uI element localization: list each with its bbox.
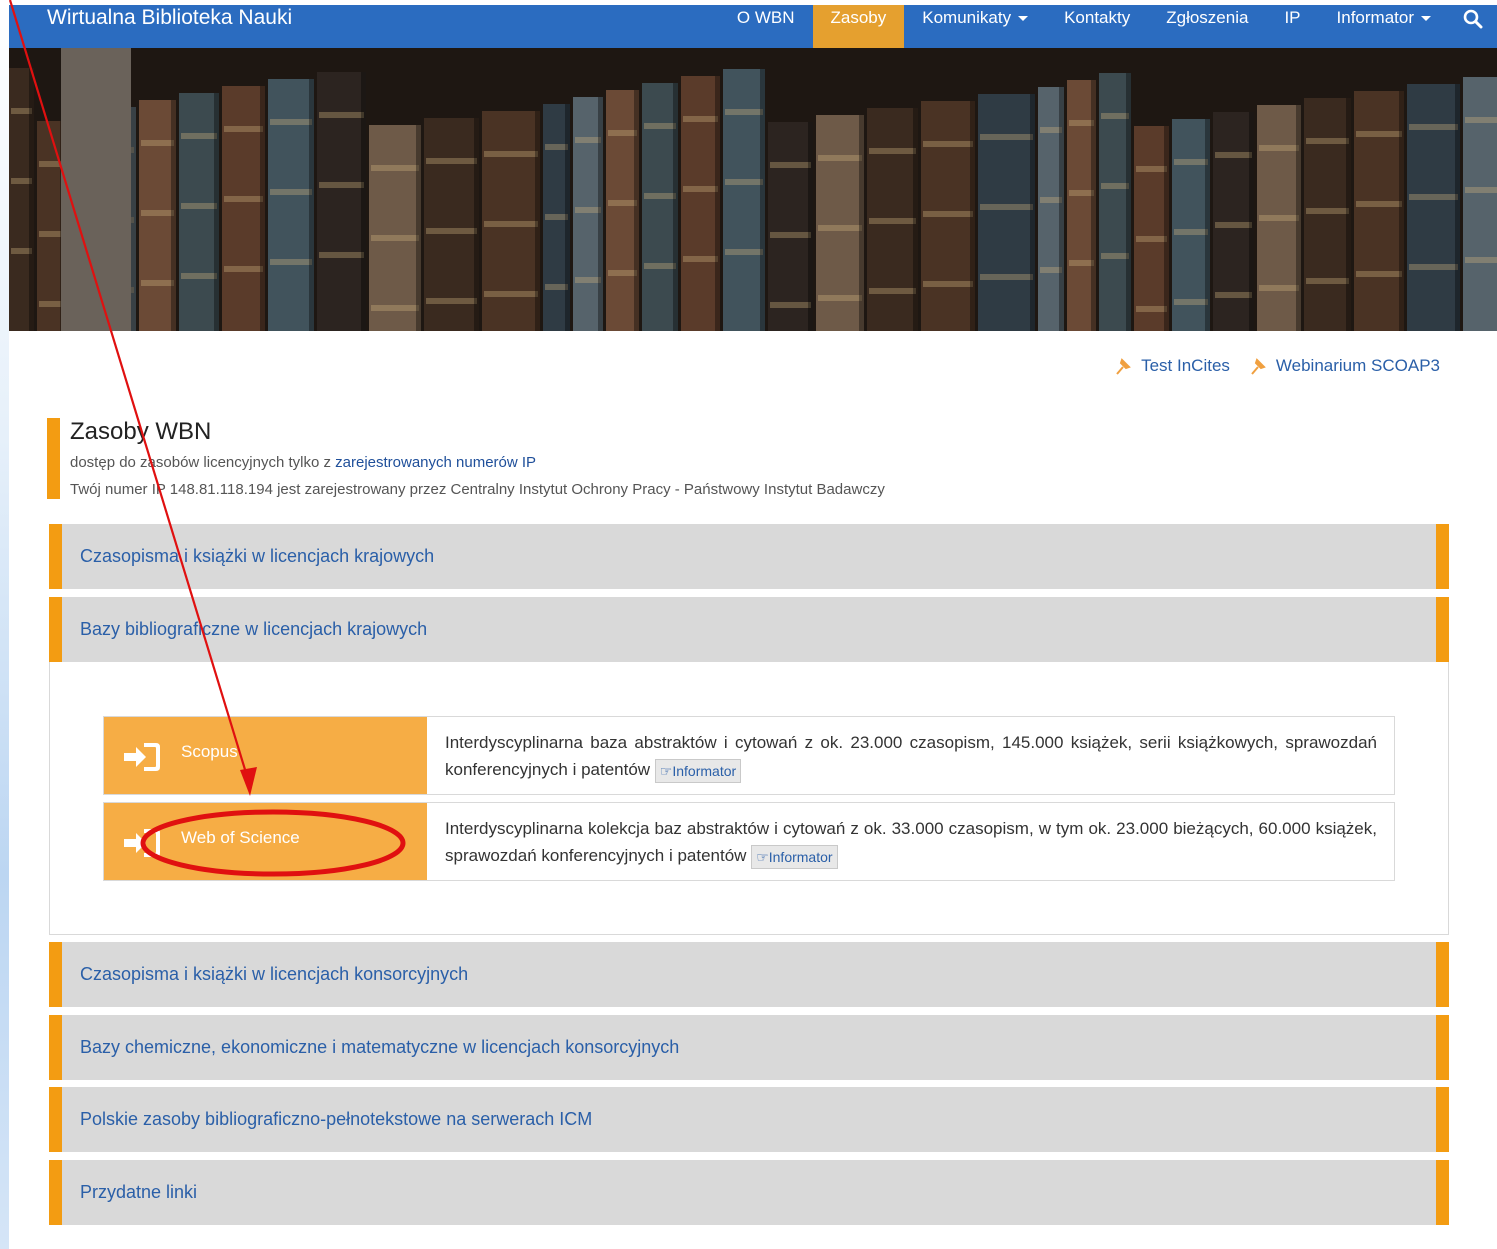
section-subtitle: dostęp do zasobów licencyjnych tylko z z… [70, 454, 536, 471]
page-title: Zasoby WBN [70, 418, 212, 445]
resource-row-scopus: Scopus Interdyscyplinarna baza abstraktó… [103, 716, 1395, 795]
pin-icon [1251, 358, 1266, 375]
nav-menu: O WBN Zasoby Komunikaty Kontakty Zgłosze… [719, 5, 1497, 48]
sign-in-icon [124, 829, 160, 857]
top-navbar: Wirtualna Biblioteka Nauki O WBN Zasoby … [9, 5, 1497, 48]
accordion-label: Przydatne linki [80, 1182, 198, 1202]
scopus-button[interactable]: Scopus [104, 717, 427, 794]
resource-description: Interdyscyplinarna baza abstraktów i cyt… [445, 729, 1377, 783]
nav-item-komunikaty-label: Komunikaty [922, 8, 1012, 27]
nav-item-komunikaty[interactable]: Komunikaty [904, 5, 1046, 48]
nav-item-kontakty[interactable]: Kontakty [1046, 5, 1148, 48]
nav-item-ip[interactable]: IP [1266, 5, 1318, 48]
section-accent-bar [47, 418, 60, 499]
caret-down-icon [1421, 16, 1431, 21]
bookshelf-image [9, 48, 1497, 331]
accordion-label: Bazy chemiczne, ekonomiczne i matematycz… [80, 1037, 680, 1057]
search-button[interactable] [1449, 5, 1497, 48]
registered-ip-link[interactable]: zarejestrowanych numerów IP [335, 454, 536, 471]
accordion-item-journals-national[interactable]: Czasopisma i książki w licencjach krajow… [49, 524, 1449, 589]
informator-label: Informator [672, 762, 737, 779]
accordion-label: Polskie zasoby bibliograficzno-pełnoteks… [80, 1109, 593, 1129]
site-brand[interactable]: Wirtualna Biblioteka Nauki [47, 5, 292, 33]
nav-item-informator-label: Informator [1336, 8, 1414, 27]
resource-name: Scopus [181, 742, 238, 761]
nav-item-o-wbn[interactable]: O WBN [719, 5, 813, 48]
resource-name: Web of Science [181, 828, 300, 847]
accordion-item-polish-resources-icm[interactable]: Polskie zasoby bibliograficzno-pełnoteks… [49, 1087, 1449, 1152]
accordion-label: Czasopisma i książki w licencjach konsor… [80, 964, 469, 984]
accordion-label: Czasopisma i książki w licencjach krajow… [80, 546, 435, 566]
web-of-science-button[interactable]: Web of Science [104, 803, 427, 880]
resource-row-web-of-science: Web of Science Interdyscyplinarna kolekc… [103, 802, 1395, 881]
hand-point-icon: ☞ [659, 762, 673, 779]
link-test-incites[interactable]: Test InCites [1141, 356, 1230, 376]
resource-desc-text: Interdyscyplinarna baza abstraktów i cyt… [445, 733, 1377, 779]
nav-item-informator[interactable]: Informator [1319, 5, 1449, 48]
ip-info: Twój numer IP 148.81.118.194 jest zareje… [70, 481, 885, 498]
nav-item-zgloszenia[interactable]: Zgłoszenia [1148, 5, 1266, 48]
header-banner-image [9, 48, 1497, 331]
page-edge-decoration [0, 0, 9, 1249]
accordion-panel-bibliographic [49, 662, 1449, 935]
accordion-item-bibliographic-national[interactable]: Bazy bibliograficzne w licencjach krajow… [49, 597, 1449, 662]
pin-icon [1116, 358, 1131, 375]
accordion-label: Bazy bibliograficzne w licencjach krajow… [80, 619, 428, 639]
pinned-links: Test InCites Webinarium SCOAP3 [1113, 356, 1450, 376]
informator-button[interactable]: ☞Informator [751, 844, 838, 869]
accordion-item-chem-econ-math[interactable]: Bazy chemiczne, ekonomiczne i matematycz… [49, 1015, 1449, 1080]
informator-label: Informator [768, 848, 833, 865]
resource-description: Interdyscyplinarna kolekcja baz abstrakt… [445, 815, 1377, 869]
subtitle-text: dostęp do zasobów licencyjnych tylko z [70, 454, 336, 471]
caret-down-icon [1018, 16, 1029, 21]
search-icon [1463, 9, 1483, 29]
sign-in-icon [124, 743, 160, 771]
resource-desc-text: Interdyscyplinarna kolekcja baz abstrakt… [445, 819, 1377, 865]
accordion-item-journals-consortium[interactable]: Czasopisma i książki w licencjach konsor… [49, 942, 1449, 1007]
link-webinarium-scoap3[interactable]: Webinarium SCOAP3 [1276, 356, 1440, 376]
nav-item-zasoby[interactable]: Zasoby [812, 5, 905, 48]
hand-point-icon: ☞ [756, 848, 769, 865]
accordion-item-useful-links[interactable]: Przydatne linki [49, 1160, 1449, 1225]
informator-button[interactable]: ☞Informator [654, 758, 742, 783]
